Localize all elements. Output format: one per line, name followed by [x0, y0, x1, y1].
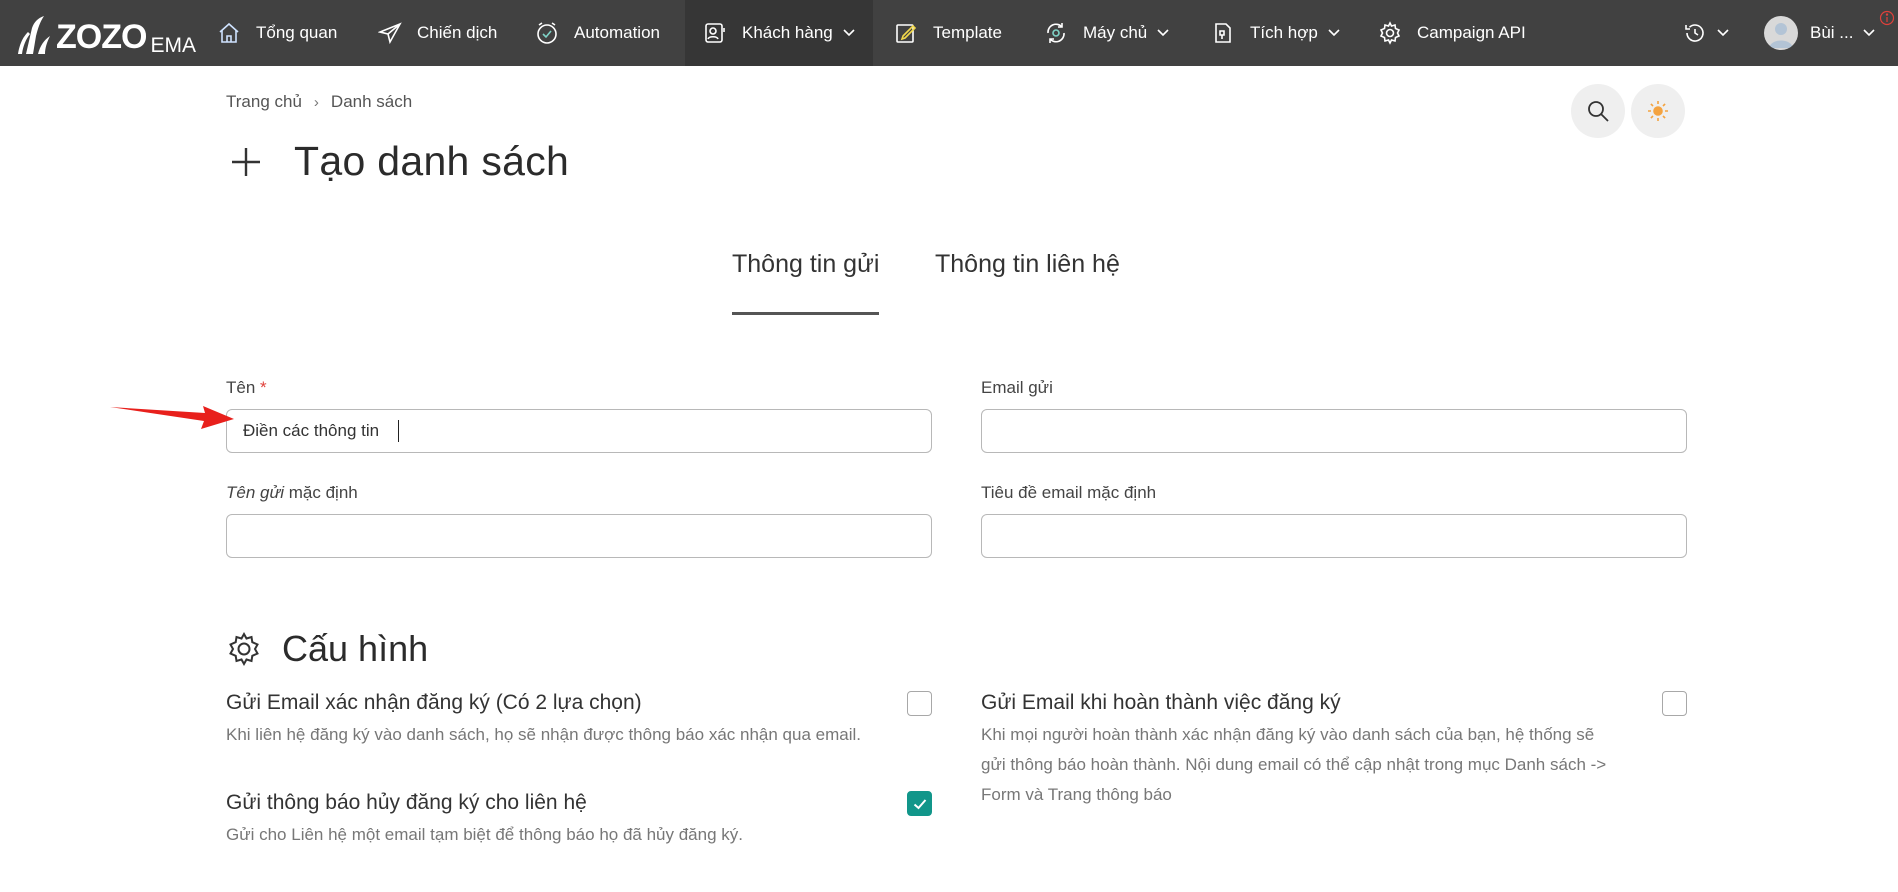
integration-icon	[1210, 20, 1236, 46]
name-field[interactable]	[226, 409, 932, 453]
home-icon	[216, 20, 242, 46]
chevron-down-icon	[1328, 27, 1340, 39]
tab-thong-tin-gui[interactable]: Thông tin gửi	[732, 250, 880, 315]
config-section-title: Cấu hình	[226, 628, 428, 670]
info-icon[interactable]	[1879, 10, 1895, 26]
option-completion-email-desc: Khi mọi người hoàn thành xác nhận đăng k…	[981, 720, 1606, 810]
clock-check-icon	[534, 20, 560, 46]
default-subject-label: Tiêu đề email mặc định	[981, 483, 1157, 502]
nav-label: Tích hợp	[1250, 23, 1318, 42]
breadcrumb-separator: ›	[313, 93, 319, 111]
nav-item-may-chu[interactable]: Máy chủ	[1043, 0, 1169, 66]
from-email-field[interactable]	[981, 409, 1687, 453]
option-unsubscribe-desc: Gửi cho Liên hệ một email tạm biệt để th…	[226, 825, 743, 844]
required-mark: *	[260, 378, 267, 397]
edit-icon	[893, 20, 919, 46]
chevron-down-icon	[1717, 27, 1729, 39]
default-subject-field[interactable]	[981, 514, 1687, 558]
chevron-down-icon	[1863, 27, 1876, 39]
nav-label: Template	[933, 23, 1002, 42]
name-label-text: Tên	[226, 378, 256, 397]
option-confirm-email-title: Gửi Email xác nhận đăng ký (Có 2 lựa chọ…	[226, 691, 642, 714]
nav-label: Campaign API	[1417, 23, 1526, 42]
text-cursor	[398, 420, 399, 442]
search-icon	[1588, 101, 1609, 122]
plus-icon	[232, 147, 260, 176]
sun-icon	[1648, 101, 1668, 121]
breadcrumb: Trang chủ › Danh sách	[226, 92, 412, 112]
zozo-logo-icon	[18, 16, 50, 54]
user-menu[interactable]: Bùi ...	[1764, 13, 1876, 53]
history-button[interactable]	[1683, 20, 1729, 46]
default-from-name-label-rest: mặc định	[284, 483, 358, 502]
option-completion-email-title: Gửi Email khi hoàn thành việc đăng ký	[981, 691, 1341, 714]
name-label: Tên *	[226, 378, 267, 398]
brand-suffix: EMA	[150, 34, 196, 57]
gear-icon	[1377, 20, 1403, 46]
contacts-icon	[702, 20, 728, 46]
unsubscribe-checkbox[interactable]	[907, 791, 932, 816]
chevron-down-icon	[1157, 27, 1169, 39]
nav-item-campaign-api[interactable]: Campaign API	[1377, 0, 1526, 66]
history-icon	[1683, 21, 1707, 45]
nav-item-chien-dich[interactable]: Chiến dịch	[377, 0, 497, 66]
breadcrumb-home[interactable]: Trang chủ	[226, 92, 302, 112]
user-name: Bùi ...	[1810, 23, 1854, 42]
nav-label: Khách hàng	[742, 23, 833, 42]
nav-item-khach-hang[interactable]: Khách hàng	[685, 0, 873, 66]
desc-line: Khi mọi người hoàn thành xác nhận đăng k…	[981, 725, 1595, 744]
top-navbar: ZOZO EMA Tổng quan Chiến dịch Automation…	[0, 0, 1898, 66]
checkmark-icon	[913, 798, 926, 809]
theme-toggle-button[interactable]	[1631, 84, 1685, 138]
tab-bar: Thông tin gửi Thông tin liên hệ	[0, 250, 1898, 318]
nav-item-automation[interactable]: Automation	[534, 0, 660, 66]
tab-thong-tin-lien-he[interactable]: Thông tin liên hệ	[935, 250, 1120, 279]
annotation-arrow-icon	[110, 406, 234, 429]
page-title-text: Tạo danh sách	[294, 138, 570, 184]
completion-email-checkbox[interactable]	[1662, 691, 1687, 716]
from-email-label: Email gửi	[981, 378, 1053, 397]
option-confirm-email-desc: Khi liên hệ đăng ký vào danh sách, họ sẽ…	[226, 725, 861, 744]
nav-item-tong-quan[interactable]: Tổng quan	[216, 0, 337, 66]
nav-label: Automation	[574, 23, 660, 42]
default-from-name-field[interactable]	[226, 514, 932, 558]
breadcrumb-current: Danh sách	[330, 92, 413, 111]
brand-logo[interactable]: ZOZO EMA	[14, 12, 196, 56]
gear-icon	[229, 631, 259, 667]
avatar	[1764, 16, 1798, 50]
search-button[interactable]	[1571, 84, 1625, 138]
chevron-down-icon	[843, 27, 855, 39]
brand-name: ZOZO	[56, 18, 147, 56]
default-from-name-label-italic: Tên gửi	[226, 483, 285, 502]
send-icon	[377, 20, 403, 46]
nav-label: Chiến dịch	[417, 23, 498, 42]
nav-item-tich-hop[interactable]: Tích hợp	[1210, 0, 1340, 66]
desc-line: Form và Trang thông báo	[981, 785, 1172, 804]
nav-label: Máy chủ	[1083, 23, 1148, 42]
nav-label: Tổng quan	[256, 23, 338, 42]
option-unsubscribe-title: Gửi thông báo hủy đăng ký cho liên hệ	[226, 791, 587, 814]
page-title: Tạo danh sách	[226, 138, 569, 185]
server-icon	[1043, 20, 1069, 46]
confirm-email-checkbox[interactable]	[907, 691, 932, 716]
desc-line: gửi thông báo hoàn thành. Nội dung email…	[981, 755, 1607, 774]
default-from-name-label: Tên gửi mặc định	[226, 483, 358, 503]
nav-item-template[interactable]: Template	[893, 0, 1002, 66]
config-title: Cấu hình	[282, 628, 429, 669]
